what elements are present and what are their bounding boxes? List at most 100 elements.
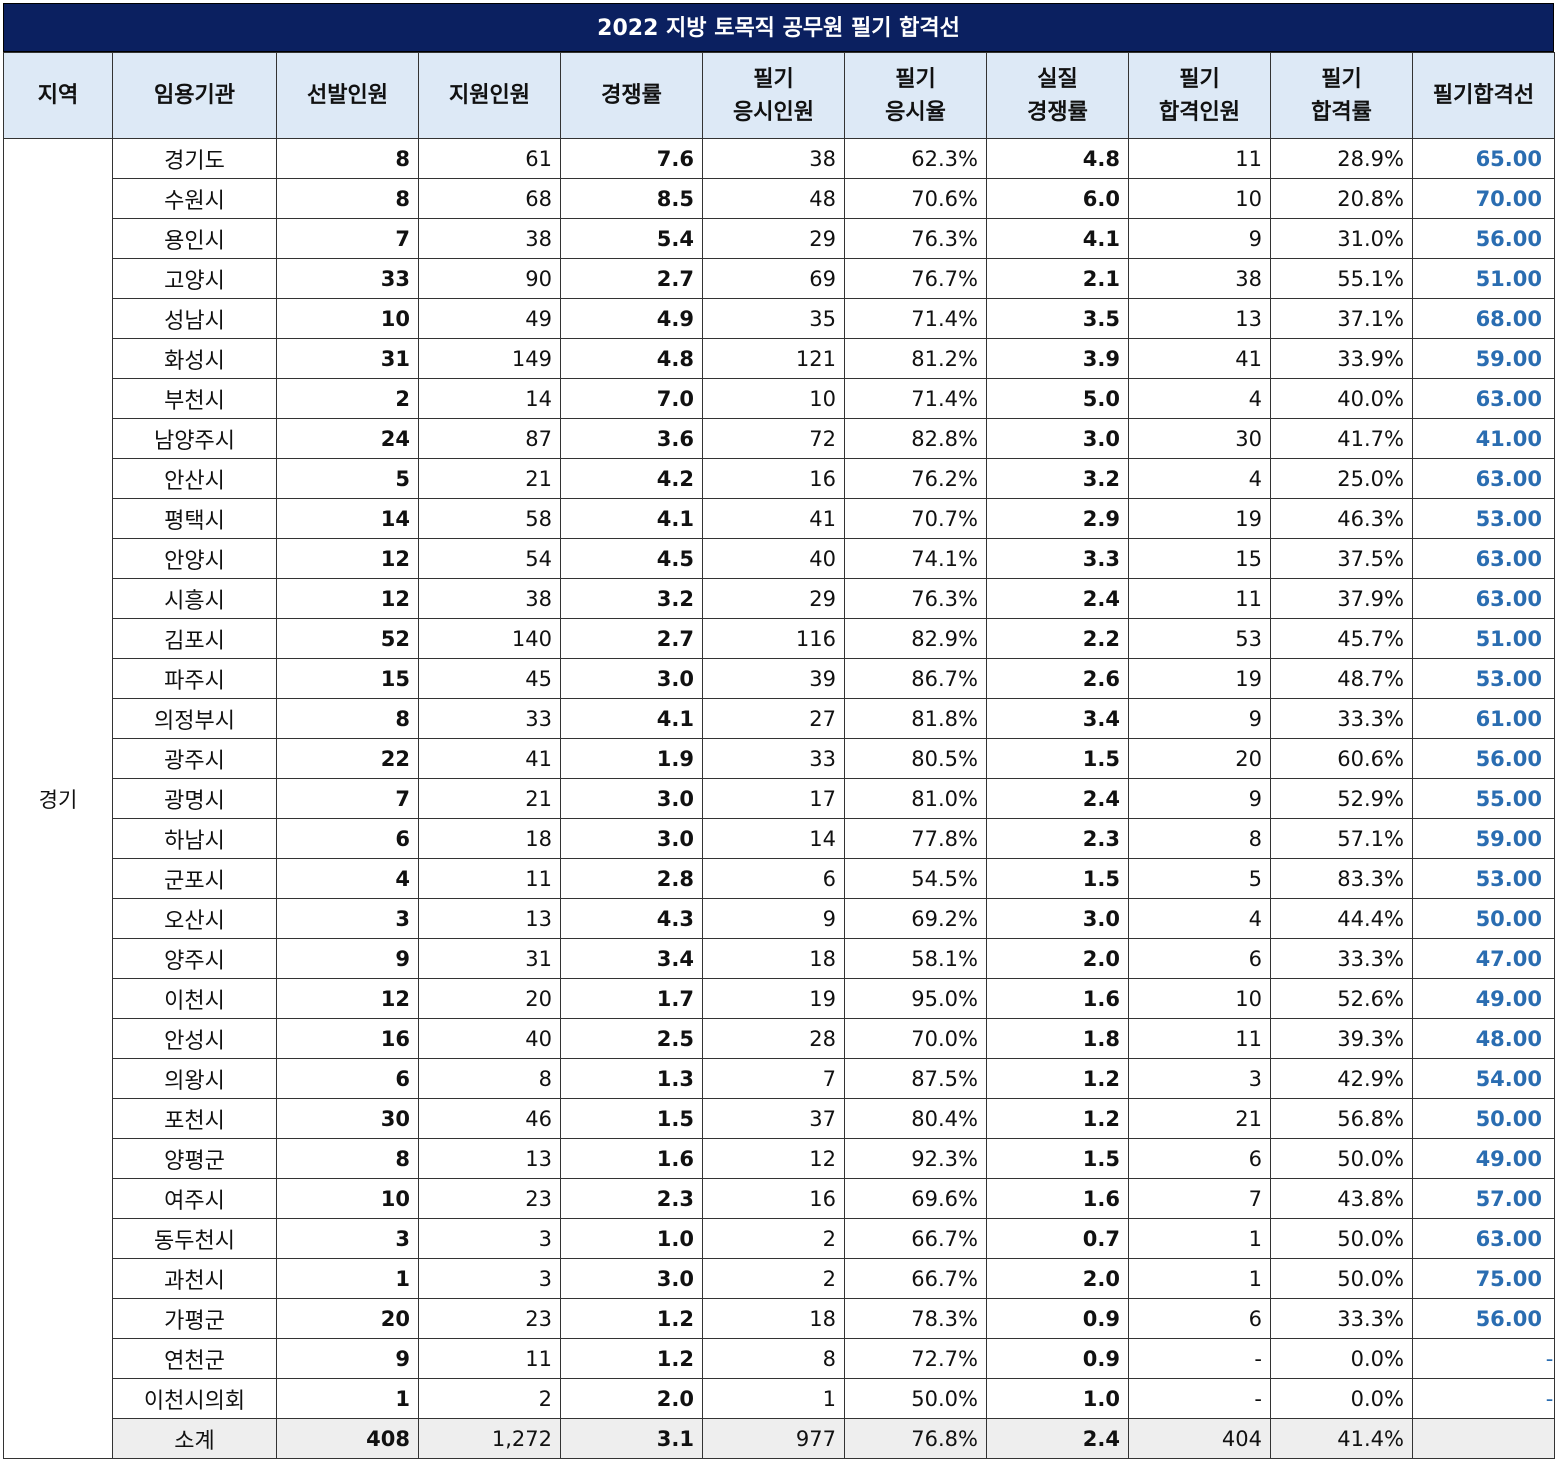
- cell-real-competition: 1.0: [986, 1378, 1129, 1419]
- cell-take-rate: 71.4%: [844, 298, 987, 339]
- cell-takers: 18: [702, 938, 845, 979]
- cell-pass-rate: 25.0%: [1270, 458, 1413, 499]
- cell-org: 이천시: [112, 978, 277, 1019]
- cell-passed: 1: [1128, 1258, 1271, 1299]
- cell-applicants: 45: [418, 658, 561, 699]
- header-real-competition: 실질 경쟁률: [986, 52, 1129, 139]
- cell-org: 고양시: [112, 258, 277, 299]
- cell-competition: 4.2: [560, 458, 703, 499]
- cell-org: 연천군: [112, 1338, 277, 1379]
- cell-take-rate: 66.7%: [844, 1218, 987, 1259]
- cell-org: 용인시: [112, 218, 277, 259]
- cell-selected: 7: [276, 218, 419, 259]
- table-row: 김포시 52 140 2.7 116 82.9% 2.2 53 45.7% 51.00: [4, 618, 1555, 659]
- cell-applicants: 33: [418, 698, 561, 739]
- cell-applicants: 61: [418, 138, 561, 179]
- cell-selected: 10: [276, 298, 419, 339]
- cell-cutoff: 59.00: [1412, 818, 1555, 859]
- cutoff-table: 지역 임용기관 선발인원 지원인원 경쟁률 필기 응시인원 필기 응시율 실질 경쟁률…: [3, 52, 1555, 1459]
- cell-pass-rate: 33.3%: [1270, 938, 1413, 979]
- cell-cutoff: 68.00: [1412, 298, 1555, 339]
- cell-pass-rate: 55.1%: [1270, 258, 1413, 299]
- cell-cutoff: 61.00: [1412, 698, 1555, 739]
- cell-pass-rate: 52.9%: [1270, 778, 1413, 819]
- cell-selected: 8: [276, 138, 419, 179]
- cell-real-competition: 1.5: [986, 738, 1129, 779]
- cell-passed: 38: [1128, 258, 1271, 299]
- cell-competition: 1.7: [560, 978, 703, 1019]
- header-org: 임용기관: [112, 52, 277, 139]
- cell-real-competition: 0.9: [986, 1298, 1129, 1339]
- cell-take-rate: 81.2%: [844, 338, 987, 379]
- header-selected: 선발인원: [276, 52, 419, 139]
- cell-pass-rate: 46.3%: [1270, 498, 1413, 539]
- cell-org: 이천시의회: [112, 1378, 277, 1419]
- table-row: 안성시 16 40 2.5 28 70.0% 1.8 11 39.3% 48.00: [4, 1018, 1555, 1059]
- cell-passed: 9: [1128, 698, 1271, 739]
- table-row: 화성시 31 149 4.8 121 81.2% 3.9 41 33.9% 59.00: [4, 338, 1555, 379]
- cell-real-competition: 0.7: [986, 1218, 1129, 1259]
- cell-pass-rate: 57.1%: [1270, 818, 1413, 859]
- cell-org: 경기도: [112, 138, 277, 179]
- cell-pass-rate: 28.9%: [1270, 138, 1413, 179]
- cell-real-competition: 2.0: [986, 1258, 1129, 1299]
- cell-real-competition: 2.4: [986, 578, 1129, 619]
- cell-takers: 39: [702, 658, 845, 699]
- cell-take-rate: 81.0%: [844, 778, 987, 819]
- cell-competition: 3.2: [560, 578, 703, 619]
- cell-take-rate: 80.5%: [844, 738, 987, 779]
- table-row: 수원시 8 68 8.5 48 70.6% 6.0 10 20.8% 70.00: [4, 178, 1555, 219]
- cell-take-rate: 82.8%: [844, 418, 987, 459]
- cell-applicants: 21: [418, 778, 561, 819]
- cell-competition: 2.0: [560, 1378, 703, 1419]
- cell-competition: 4.9: [560, 298, 703, 339]
- cell-real-competition: 3.9: [986, 338, 1129, 379]
- cell-takers: 29: [702, 218, 845, 259]
- cell-takers: 40: [702, 538, 845, 579]
- cell-passed: 53: [1128, 618, 1271, 659]
- cell-takers: 14: [702, 818, 845, 859]
- cell-passed: 6: [1128, 938, 1271, 979]
- cell-take-rate: 74.1%: [844, 538, 987, 579]
- cell-takers: 116: [702, 618, 845, 659]
- cell-take-rate: 87.5%: [844, 1058, 987, 1099]
- table-row: 양평군 8 13 1.6 12 92.3% 1.5 6 50.0% 49.00: [4, 1138, 1555, 1179]
- cell-org: 안산시: [112, 458, 277, 499]
- cell-passed: 10: [1128, 178, 1271, 219]
- header-takers: 필기 응시인원: [702, 52, 845, 139]
- cell-take-rate: 80.4%: [844, 1098, 987, 1139]
- cell-real-competition: 2.0: [986, 938, 1129, 979]
- cell-cutoff: 49.00: [1412, 1138, 1555, 1179]
- cell-applicants: 18: [418, 818, 561, 859]
- cell-applicants: 31: [418, 938, 561, 979]
- cell-selected: 31: [276, 338, 419, 379]
- table-row: 성남시 10 49 4.9 35 71.4% 3.5 13 37.1% 68.00: [4, 298, 1555, 339]
- cell-competition: 4.1: [560, 698, 703, 739]
- cell-pass-rate: 39.3%: [1270, 1018, 1413, 1059]
- cell-org: 성남시: [112, 298, 277, 339]
- cell-applicants: 87: [418, 418, 561, 459]
- cell-selected: 6: [276, 1058, 419, 1099]
- cell-org: 안양시: [112, 538, 277, 579]
- cell-real-competition: 0.9: [986, 1338, 1129, 1379]
- cell-takers: 16: [702, 458, 845, 499]
- cell-take-rate: 86.7%: [844, 658, 987, 699]
- cell-selected: 52: [276, 618, 419, 659]
- cell-org: 화성시: [112, 338, 277, 379]
- table-row: 동두천시 3 3 1.0 2 66.7% 0.7 1 50.0% 63.00: [4, 1218, 1555, 1259]
- cell-applicants: 38: [418, 578, 561, 619]
- cell-take-rate: 78.3%: [844, 1298, 987, 1339]
- cell-org: 부천시: [112, 378, 277, 419]
- subtotal-cell-takers: 977: [702, 1418, 845, 1459]
- cell-competition: 3.0: [560, 818, 703, 859]
- subtotal-cell-competition: 3.1: [560, 1418, 703, 1459]
- cell-applicants: 41: [418, 738, 561, 779]
- cell-takers: 29: [702, 578, 845, 619]
- cell-pass-rate: 40.0%: [1270, 378, 1413, 419]
- cell-passed: 8: [1128, 818, 1271, 859]
- cell-take-rate: 76.7%: [844, 258, 987, 299]
- cell-org: 하남시: [112, 818, 277, 859]
- cell-pass-rate: 50.0%: [1270, 1218, 1413, 1259]
- cell-pass-rate: 48.7%: [1270, 658, 1413, 699]
- cell-selected: 14: [276, 498, 419, 539]
